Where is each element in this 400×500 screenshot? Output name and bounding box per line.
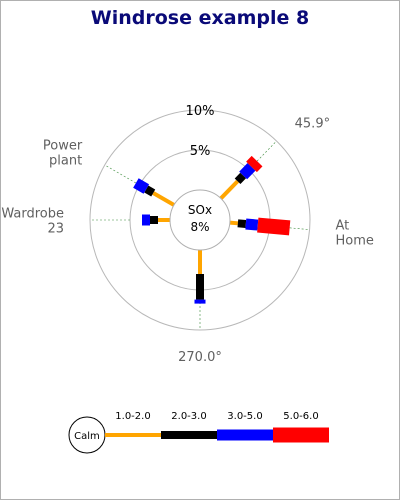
direction-axis-2	[104, 164, 140, 186]
bar-segment-4-0	[229, 220, 239, 226]
legend-swatch-0	[105, 433, 161, 437]
legend-label-0: 1.0-2.0	[115, 411, 150, 422]
windrose-chart: Windrose example 8 45.9° 270.0° Power plant…	[1, 7, 374, 454]
bar-segment-3-0	[198, 250, 202, 274]
legend-swatch-1	[161, 431, 217, 439]
legend-swatch-3	[273, 427, 329, 443]
bar-segment-2-2	[142, 214, 150, 226]
bar-segment-2-1	[150, 216, 158, 224]
legend-label-3: 5.0-6.0	[283, 411, 318, 422]
direction-label-4: At Home	[335, 218, 373, 248]
bar-segment-4-2	[245, 218, 259, 231]
bar-segment-3-2	[194, 299, 206, 304]
legend: Calm 1.0-2.0 2.0-3.0 3.0-5.0 5.0-6.0	[68, 411, 329, 454]
direction-label-3: Wardrobe 23	[1, 207, 64, 237]
bar-segment-1-0	[152, 191, 176, 207]
legend-calm-label: Calm	[74, 431, 100, 442]
legend-label-2: 3.0-5.0	[227, 411, 262, 422]
bar-segment-0-0	[219, 179, 240, 200]
chart-title: Windrose example 8	[91, 7, 309, 29]
bar-segment-3-1	[196, 274, 204, 300]
ring-label-0: 5%	[190, 144, 211, 159]
bar-segment-4-1	[237, 219, 247, 228]
direction-label-2: Power plant	[43, 139, 83, 169]
direction-label-1: 270.0°	[178, 350, 222, 365]
ring-label-1: 10%	[186, 104, 215, 119]
legend-swatch-2	[217, 429, 273, 441]
direction-label-0: 45.9°	[295, 116, 330, 131]
center-value: 8%	[190, 220, 209, 234]
bar-segment-4-3	[257, 217, 291, 236]
legend-label-1: 2.0-3.0	[171, 411, 206, 422]
bar-segment-2-0	[158, 218, 170, 222]
center-label: SOx	[188, 203, 212, 217]
ring-labels: 5% 10%	[186, 104, 215, 159]
